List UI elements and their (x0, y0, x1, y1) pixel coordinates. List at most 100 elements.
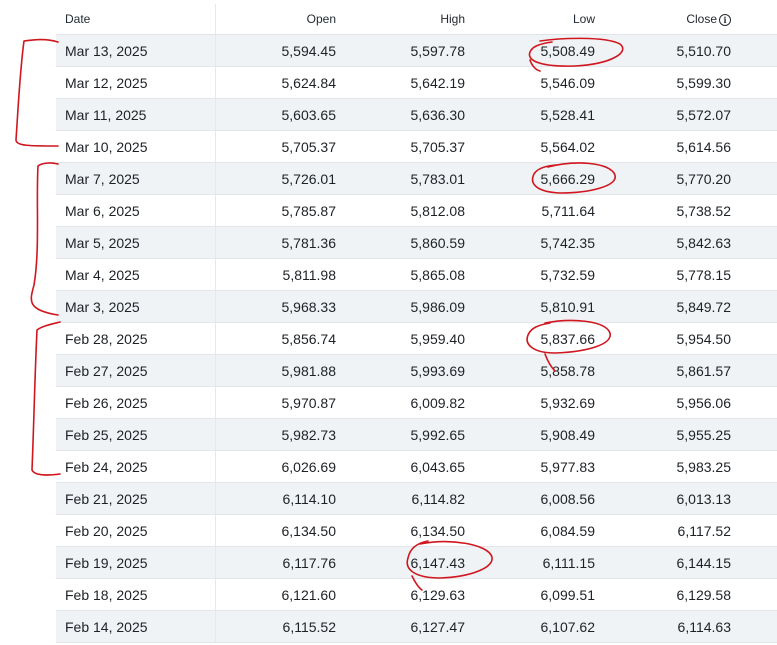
cell-high: 5,865.08 (344, 258, 474, 291)
cell-high: 6,134.50 (344, 514, 474, 547)
cell-close: 6,144.15 (604, 546, 777, 579)
cell-date: Mar 7, 2025 (56, 162, 216, 195)
table-row: Mar 13, 2025 5,594.45 5,597.78 5,508.49 5,51… (56, 34, 777, 67)
bracket-week-mar-10-13 (15, 38, 59, 147)
cell-close: 5,954.50 (604, 322, 777, 355)
cell-open: 5,968.33 (215, 290, 344, 323)
cell-close: 5,842.63 (604, 226, 777, 259)
cell-date: Mar 11, 2025 (56, 98, 216, 131)
cell-high: 5,636.30 (344, 98, 474, 131)
cell-open: 5,726.01 (215, 162, 344, 195)
cell-low: 5,837.66 (474, 322, 604, 355)
cell-open: 6,121.60 (215, 578, 344, 611)
table-row: Feb 18, 2025 6,121.60 6,129.63 6,099.51 6,12… (56, 578, 777, 611)
cell-date: Feb 28, 2025 (56, 322, 216, 355)
cell-date: Mar 4, 2025 (56, 258, 216, 291)
cell-date: Feb 24, 2025 (56, 450, 216, 483)
cell-low: 5,742.35 (474, 226, 604, 259)
cell-low: 5,908.49 (474, 418, 604, 451)
header-close[interactable]: Close i (604, 4, 777, 35)
header-row: Date Open High Low Close i (56, 4, 777, 35)
cell-close: 5,956.06 (604, 386, 777, 419)
cell-low: 6,008.56 (474, 482, 604, 515)
cell-high: 6,147.43 (344, 546, 474, 579)
cell-low: 6,099.51 (474, 578, 604, 611)
cell-date: Feb 19, 2025 (56, 546, 216, 579)
header-close-label: Close (686, 12, 717, 26)
historical-prices-table: Date Open High Low Close i Mar 13, 2025 5,… (56, 4, 777, 643)
cell-open: 6,134.50 (215, 514, 344, 547)
cell-close: 5,778.15 (604, 258, 777, 291)
cell-high: 6,043.65 (344, 450, 474, 483)
table-row: Feb 20, 2025 6,134.50 6,134.50 6,084.59 6,11… (56, 514, 777, 547)
header-date[interactable]: Date (56, 4, 216, 35)
header-high[interactable]: High (344, 4, 474, 35)
cell-low: 5,977.83 (474, 450, 604, 483)
cell-date: Mar 12, 2025 (56, 66, 216, 99)
cell-open: 5,624.84 (215, 66, 344, 99)
cell-high: 6,127.47 (344, 610, 474, 643)
cell-low: 5,564.02 (474, 130, 604, 163)
cell-high: 5,642.19 (344, 66, 474, 99)
cell-open: 5,981.88 (215, 354, 344, 387)
bracket-week-mar-3-7 (30, 162, 59, 316)
cell-low: 6,107.62 (474, 610, 604, 643)
cell-low: 5,711.64 (474, 194, 604, 227)
cell-date: Feb 26, 2025 (56, 386, 216, 419)
cell-close: 5,955.25 (604, 418, 777, 451)
cell-open: 5,781.36 (215, 226, 344, 259)
cell-low: 5,666.29 (474, 162, 604, 195)
info-icon[interactable]: i (719, 14, 731, 26)
cell-close: 6,114.63 (604, 610, 777, 643)
table-row: Mar 11, 2025 5,603.65 5,636.30 5,528.41 5,57… (56, 98, 777, 131)
table-header: Date Open High Low Close i (56, 4, 777, 35)
table-row: Feb 21, 2025 6,114.10 6,114.82 6,008.56 6,01… (56, 482, 777, 515)
table-row: Feb 28, 2025 5,856.74 5,959.40 5,837.66 5,95… (56, 322, 777, 355)
cell-low: 6,084.59 (474, 514, 604, 547)
cell-high: 5,860.59 (344, 226, 474, 259)
cell-date: Feb 25, 2025 (56, 418, 216, 451)
cell-close: 5,599.30 (604, 66, 777, 99)
cell-low: 5,932.69 (474, 386, 604, 419)
cell-high: 6,009.82 (344, 386, 474, 419)
table-row: Mar 7, 2025 5,726.01 5,783.01 5,666.29 5,770… (56, 162, 777, 195)
cell-date: Mar 6, 2025 (56, 194, 216, 227)
cell-high: 5,959.40 (344, 322, 474, 355)
table-row: Mar 5, 2025 5,781.36 5,860.59 5,742.35 5,842… (56, 226, 777, 259)
cell-high: 6,129.63 (344, 578, 474, 611)
table-row: Feb 24, 2025 6,026.69 6,043.65 5,977.83 5,98… (56, 450, 777, 483)
table-body: Mar 13, 2025 5,594.45 5,597.78 5,508.49 5,51… (56, 34, 777, 643)
cell-low: 5,810.91 (474, 290, 604, 323)
cell-low: 5,732.59 (474, 258, 604, 291)
cell-open: 5,594.45 (215, 34, 344, 67)
cell-date: Feb 18, 2025 (56, 578, 216, 611)
cell-open: 5,785.87 (215, 194, 344, 227)
table-row: Feb 25, 2025 5,982.73 5,992.65 5,908.49 5,95… (56, 418, 777, 451)
table-row: Feb 14, 2025 6,115.52 6,127.47 6,107.62 6,11… (56, 610, 777, 643)
cell-open: 5,856.74 (215, 322, 344, 355)
cell-low: 5,528.41 (474, 98, 604, 131)
cell-close: 6,013.13 (604, 482, 777, 515)
cell-high: 5,812.08 (344, 194, 474, 227)
cell-high: 5,597.78 (344, 34, 474, 67)
header-open[interactable]: Open (215, 4, 344, 35)
cell-date: Mar 10, 2025 (56, 130, 216, 163)
header-low[interactable]: Low (474, 4, 604, 35)
cell-high: 5,992.65 (344, 418, 474, 451)
cell-open: 6,115.52 (215, 610, 344, 643)
cell-open: 5,603.65 (215, 98, 344, 131)
table-row: Mar 3, 2025 5,968.33 5,986.09 5,810.91 5,849… (56, 290, 777, 323)
cell-open: 5,705.37 (215, 130, 344, 163)
cell-close: 5,849.72 (604, 290, 777, 323)
table-row: Mar 12, 2025 5,624.84 5,642.19 5,546.09 5,59… (56, 66, 777, 99)
cell-low: 5,508.49 (474, 34, 604, 67)
historical-prices-table-container: Date Open High Low Close i Mar 13, 2025 5,… (56, 4, 777, 643)
cell-close: 6,117.52 (604, 514, 777, 547)
table-row: Feb 27, 2025 5,981.88 5,993.69 5,858.78 5,86… (56, 354, 777, 387)
cell-high: 6,114.82 (344, 482, 474, 515)
cell-high: 5,993.69 (344, 354, 474, 387)
cell-high: 5,705.37 (344, 130, 474, 163)
cell-open: 6,117.76 (215, 546, 344, 579)
cell-open: 6,114.10 (215, 482, 344, 515)
cell-close: 5,770.20 (604, 162, 777, 195)
